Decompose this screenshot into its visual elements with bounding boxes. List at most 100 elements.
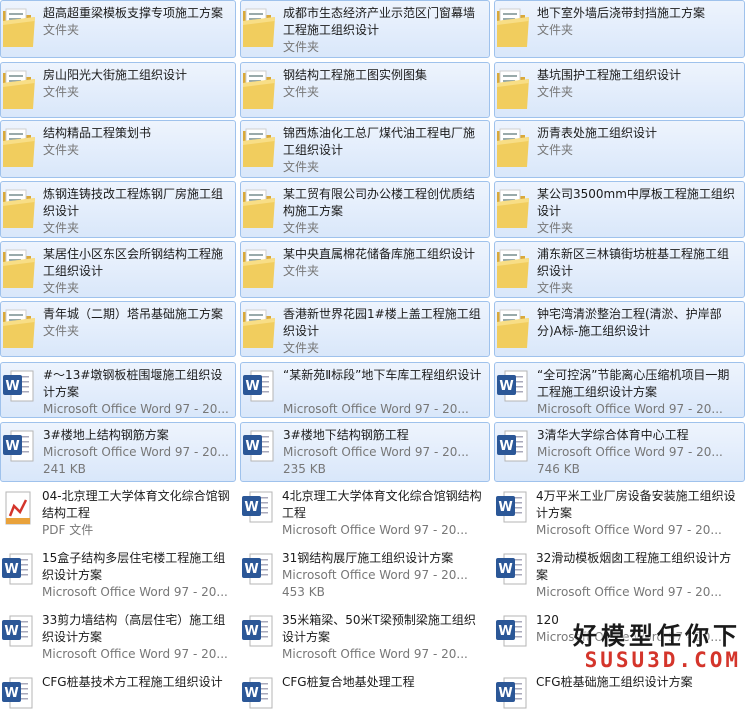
file-item[interactable]: W CFG桩复合地基处理工程: [240, 670, 490, 710]
folder-item[interactable]: 锦西炼油化工总厂煤代油工程电厂施工组织设计 文件夹: [240, 120, 490, 178]
item-name: 15盒子结构多层住宅楼工程施工组织设计方案: [42, 551, 226, 582]
word-document-icon: W: [1, 363, 37, 415]
svg-text:W: W: [4, 686, 18, 701]
item-name: 3清华大学综合体育中心工程: [537, 428, 689, 442]
folder-icon: [241, 121, 277, 173]
item-name: 04-北京理工大学体育文化综合馆钢结构工程: [42, 489, 230, 520]
svg-text:W: W: [498, 686, 512, 701]
folder-icon: [1, 63, 37, 115]
item-name: 某居住小区东区会所钢结构工程施工组织设计: [43, 247, 224, 278]
word-document-icon: W: [0, 546, 36, 598]
item-type: PDF 文件: [42, 523, 94, 537]
word-document-icon: W: [241, 363, 277, 415]
word-document-icon: W: [494, 546, 530, 598]
file-item[interactable]: W 3#楼地上结构钢筋方案 Microsoft Office Word 97 - …: [0, 422, 236, 482]
item-type: 文件夹: [537, 143, 574, 157]
file-item[interactable]: W 31钢结构展厅施工组织设计方案 Microsoft Office Word 9…: [240, 546, 490, 605]
item-name: 沥青表处施工组织设计: [537, 126, 658, 140]
item-type: 文件夹: [43, 221, 80, 235]
item-name: 地下室外墙后浇带封挡施工方案: [537, 6, 706, 20]
word-document-icon: W: [495, 423, 531, 475]
folder-item[interactable]: 钢结构工程施工图实例图集 文件夹: [240, 62, 490, 118]
folder-item[interactable]: 青年城（二期）塔吊基础施工方案 文件夹: [0, 301, 236, 357]
folder-item[interactable]: 沥青表处施工组织设计 文件夹: [494, 120, 745, 178]
folder-icon: [1, 121, 37, 173]
item-size: 453 KB: [282, 585, 325, 599]
file-item[interactable]: 04-北京理工大学体育文化综合馆钢结构工程 PDF 文件: [0, 484, 236, 543]
svg-text:W: W: [499, 439, 513, 454]
item-name: 浦东新区三林镇街坊桩基工程施工组织设计: [537, 247, 730, 278]
folder-item[interactable]: 房山阳光大街施工组织设计 文件夹: [0, 62, 236, 118]
folder-item[interactable]: 某工贸有限公司办公楼工程创优质结构施工方案 文件夹: [240, 181, 490, 238]
item-type: Microsoft Office Word 97 - 20...: [536, 630, 722, 644]
item-type: 文件夹: [283, 160, 320, 174]
item-type: 文件夹: [537, 85, 574, 99]
file-item[interactable]: W #～13#墩钢板桩围堰施工组织设计方案 Microsoft Office Wo…: [0, 362, 236, 418]
file-item[interactable]: W “全可控涡”节能离心压缩机项目一期工程施工组织设计方案 Microsoft O…: [494, 362, 745, 418]
item-name: 青年城（二期）塔吊基础施工方案: [43, 307, 224, 321]
folder-item[interactable]: 地下室外墙后浇带封挡施工方案 文件夹: [494, 0, 745, 58]
word-document-icon: W: [0, 670, 36, 710]
folder-item[interactable]: 基坑围护工程施工组织设计 文件夹: [494, 62, 745, 118]
word-document-icon: W: [0, 608, 36, 660]
word-document-icon: W: [241, 423, 277, 475]
folder-item[interactable]: 钟宅湾清淤整治工程(清淤、护岸部分)A标-施工组织设计: [494, 301, 745, 357]
file-item[interactable]: W 33剪力墙结构（高层住宅）施工组织设计方案 Microsoft Office …: [0, 608, 236, 665]
svg-text:W: W: [245, 439, 259, 454]
item-name: 炼钢连铸技改工程炼钢厂房施工组织设计: [43, 187, 224, 218]
svg-text:W: W: [498, 562, 512, 577]
folder-item[interactable]: 超高超重梁模板支撑专项施工方案 文件夹: [0, 0, 236, 58]
file-item[interactable]: W 32滑动模板烟囱工程施工组织设计方案 Microsoft Office Wor…: [494, 546, 745, 605]
item-name: 结构精品工程策划书: [43, 126, 152, 140]
svg-text:W: W: [244, 500, 258, 515]
file-item[interactable]: W CFG桩基技术方工程施工组织设计: [0, 670, 236, 710]
folder-item[interactable]: 结构精品工程策划书 文件夹: [0, 120, 236, 178]
item-name: CFG桩复合地基处理工程: [282, 675, 415, 689]
svg-text:W: W: [4, 562, 18, 577]
folder-item[interactable]: 浦东新区三林镇街坊桩基工程施工组织设计文件夹: [494, 241, 745, 298]
item-type: 文件夹: [537, 23, 574, 37]
file-item[interactable]: W 3清华大学综合体育中心工程 Microsoft Office Word 97 …: [494, 422, 745, 482]
item-type: 文件夹: [43, 324, 80, 338]
word-document-icon: W: [240, 484, 276, 536]
folder-icon: [495, 1, 531, 53]
folder-item[interactable]: 香港新世界花园1#楼上盖工程施工组织设计 文件夹: [240, 301, 490, 357]
item-name: 3#楼地上结构钢筋方案: [43, 428, 169, 442]
file-item[interactable]: W 15盒子结构多层住宅楼工程施工组织设计方案 Microsoft Office …: [0, 546, 236, 605]
item-name: 32滑动模板烟囱工程施工组织设计方案: [536, 551, 732, 582]
item-name: 33剪力墙结构（高层住宅）施工组织设计方案: [42, 613, 226, 644]
folder-item[interactable]: 炼钢连铸技改工程炼钢厂房施工组织设计文件夹: [0, 181, 236, 238]
svg-text:W: W: [244, 562, 258, 577]
folder-item[interactable]: 某居住小区东区会所钢结构工程施工组织设计 文件夹: [0, 241, 236, 298]
file-item[interactable]: W 4北京理工大学体育文化综合馆钢结构工程 Microsoft Office Wo…: [240, 484, 490, 543]
item-name: 某中央直属棉花储备库施工组织设计: [283, 247, 476, 261]
word-document-icon: W: [240, 546, 276, 598]
file-item[interactable]: W 35米箱梁、50米T梁预制梁施工组织设计方案 Microsoft Office…: [240, 608, 490, 665]
file-item[interactable]: W 120 Microsoft Office Word 97 - 20...: [494, 608, 745, 665]
svg-text:W: W: [498, 624, 512, 639]
item-size: 241 KB: [43, 462, 86, 476]
item-type: 文件夹: [537, 221, 574, 235]
svg-text:W: W: [5, 439, 19, 454]
file-item[interactable]: W “某新苑Ⅱ标段”地下车库工程组织设计 Microsoft Office Wor…: [240, 362, 490, 418]
file-item[interactable]: W 3#楼地下结构钢筋工程 Microsoft Office Word 97 - …: [240, 422, 490, 482]
folder-item[interactable]: 成都市生态经济产业示范区门窗幕墙工程施工组织设计 文件夹: [240, 0, 490, 58]
folder-icon: [495, 302, 531, 354]
item-type: 文件夹: [43, 85, 80, 99]
folder-icon: [1, 1, 37, 53]
item-size: 235 KB: [283, 462, 326, 476]
item-name: 3#楼地下结构钢筋工程: [283, 428, 409, 442]
item-type: Microsoft Office Word 97 - 20...: [537, 445, 723, 459]
item-size: 746 KB: [537, 462, 580, 476]
item-type: Microsoft Office Word 97 - 20...: [42, 585, 228, 599]
file-item[interactable]: W CFG桩基础施工组织设计方案: [494, 670, 745, 710]
item-type: 文件夹: [537, 281, 574, 295]
item-type: Microsoft Office Word 97 - 20...: [43, 402, 229, 416]
item-type: 文件夹: [283, 264, 320, 278]
folder-item[interactable]: 某中央直属棉花储备库施工组织设计 文件夹: [240, 241, 490, 298]
file-item[interactable]: W 4万平米工业厂房设备安装施工组织设计方案 Microsoft Office W…: [494, 484, 745, 543]
folder-icon: [495, 121, 531, 173]
item-type: Microsoft Office Word 97 - 20...: [42, 647, 228, 661]
folder-item[interactable]: 某公司3500mm中厚板工程施工组织设计文件夹: [494, 181, 745, 238]
item-name: 某公司3500mm中厚板工程施工组织设计: [537, 187, 735, 218]
